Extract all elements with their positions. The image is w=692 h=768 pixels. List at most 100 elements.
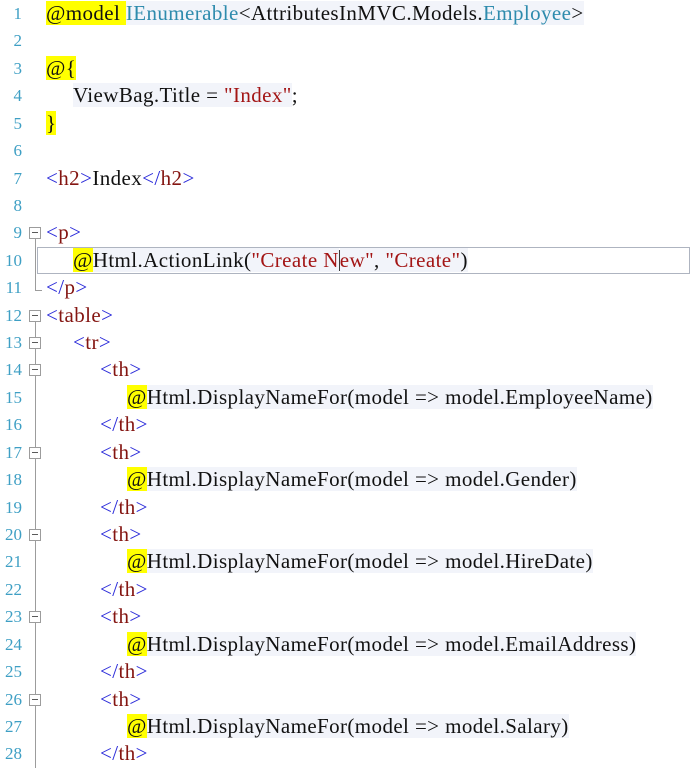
fold-margin (26, 630, 46, 659)
collapse-toggle-icon[interactable] (29, 337, 41, 350)
code-token: Html.DisplayNameFor(model => model.Gende… (146, 467, 577, 492)
code-line[interactable]: 23 <th> (0, 603, 692, 631)
code-line[interactable]: 26 <th> (0, 685, 692, 713)
line-number: 4 (13, 86, 23, 106)
code-token: h2 (160, 165, 183, 190)
code-token: Html.DisplayNameFor(model => model.Emplo… (146, 384, 653, 409)
line-number: 8 (13, 195, 23, 215)
line-number: 13 (5, 333, 22, 353)
fold-margin (26, 658, 46, 686)
collapse-toggle-icon[interactable] (29, 693, 41, 706)
code-line[interactable]: 28 </th> (0, 740, 692, 768)
collapse-toggle-icon[interactable] (29, 364, 41, 377)
fold-guide-line (35, 622, 36, 631)
code-line[interactable]: 27 @Html.DisplayNameFor(model => model.Sa… (0, 712, 692, 741)
code-line[interactable]: 18 @Html.DisplayNameFor(model => model.Ge… (0, 466, 692, 494)
code-line[interactable]: 17 <th> (0, 438, 692, 467)
code-text: <th> (46, 686, 692, 713)
code-token: > (129, 357, 142, 382)
code-text: <table> (46, 302, 692, 329)
code-token: ) (460, 247, 468, 272)
code-token: , (374, 247, 386, 272)
code-token: < (100, 439, 113, 464)
line-number: 17 (5, 442, 22, 462)
code-line[interactable]: 6 (0, 137, 692, 164)
code-line[interactable]: 1 @model IEnumerable<AttributesInMVC.Mode… (0, 0, 692, 27)
code-token: ViewBag.Title = (73, 83, 224, 108)
line-number: 20 (5, 525, 22, 545)
code-text: </th> (46, 740, 692, 767)
collapse-toggle-icon[interactable] (29, 611, 41, 624)
collapse-toggle-icon[interactable] (29, 529, 41, 542)
editor-lines: 1 @model IEnumerable<AttributesInMVC.Mode… (0, 0, 692, 768)
code-line[interactable]: 14 <th> (0, 356, 692, 384)
code-text: @{ (46, 55, 692, 82)
code-token: > (69, 220, 82, 245)
code-token: Html.DisplayNameFor(model => model.Salar… (146, 713, 569, 738)
code-token: > (135, 741, 148, 766)
line-number: 2 (13, 31, 23, 51)
fold-margin (26, 575, 46, 604)
fold-guide-line (35, 575, 36, 604)
code-line[interactable]: 16 </th> (0, 411, 692, 439)
collapse-toggle-icon[interactable] (29, 446, 41, 459)
line-number: 18 (5, 470, 22, 490)
code-token: Employee (483, 1, 572, 25)
code-line[interactable]: 5} (0, 110, 692, 137)
code-text: <th> (46, 603, 692, 630)
collapse-toggle-icon[interactable] (29, 227, 41, 240)
code-line[interactable]: 13 <tr> (0, 329, 692, 357)
code-token: @ (127, 384, 147, 409)
code-line[interactable]: 25 </th> (0, 658, 692, 686)
code-line[interactable]: 11 </p> (0, 274, 692, 301)
fold-margin (26, 603, 46, 631)
code-line[interactable]: 24 @Html.DisplayNameFor(model => model.Em… (0, 630, 692, 659)
code-line[interactable]: 4 ViewBag.Title = "Index"; (0, 82, 692, 109)
code-token: > (129, 439, 142, 464)
code-token: tr (85, 330, 99, 355)
fold-guide-line (35, 540, 36, 549)
code-token: > (98, 330, 112, 355)
line-number: 1 (13, 4, 23, 23)
code-token: @{ (46, 55, 77, 80)
code-line[interactable]: 19 </th> (0, 493, 692, 522)
code-line[interactable]: 8 (0, 192, 692, 219)
code-token: > (129, 604, 142, 629)
code-editor[interactable]: 1 @model IEnumerable<AttributesInMVC.Mode… (0, 0, 692, 768)
fold-guide-line (35, 383, 36, 412)
fold-margin (26, 740, 46, 768)
code-line[interactable]: 12 <table> (0, 302, 692, 330)
code-token: > (135, 659, 148, 684)
code-line[interactable]: 15 @Html.DisplayNameFor(model => model.Em… (0, 383, 692, 412)
code-token: @ (73, 247, 93, 272)
code-line[interactable]: 22 </th> (0, 575, 692, 604)
fold-guide-line (35, 438, 36, 447)
fold-guide-line (35, 466, 36, 494)
line-number: 10 (5, 250, 22, 270)
fold-margin (26, 0, 46, 27)
code-text: ViewBag.Title = "Index"; (46, 82, 692, 109)
collapse-toggle-icon[interactable] (29, 309, 41, 322)
code-token: Html.DisplayNameFor(model => model.Email… (146, 631, 637, 656)
code-token: < (100, 357, 113, 382)
code-token: th (118, 741, 136, 766)
code-token: </ (100, 412, 119, 437)
code-token: < (46, 165, 59, 190)
code-line[interactable]: 10 @Html.ActionLink("Create New", "Create… (0, 246, 692, 275)
code-line[interactable]: 20 <th> (0, 521, 692, 549)
code-line[interactable]: 3 @{ (0, 55, 692, 82)
code-token: } (46, 110, 57, 135)
fold-guide-corner (35, 290, 42, 292)
code-token: Html.DisplayNameFor(model => model.HireD… (146, 549, 593, 574)
code-line[interactable]: 2 (0, 27, 692, 54)
code-line[interactable]: 7 <h2>Index</h2> (0, 165, 692, 192)
code-token: th (112, 604, 130, 629)
line-number: 11 (5, 278, 22, 298)
fold-margin (26, 82, 46, 109)
code-token: Index (92, 165, 143, 190)
code-token: table (58, 302, 102, 327)
code-text: </th> (46, 576, 692, 603)
code-line[interactable]: 21 @Html.DisplayNameFor(model => model.Hi… (0, 548, 692, 576)
code-line[interactable]: 9 <p> (0, 219, 692, 247)
